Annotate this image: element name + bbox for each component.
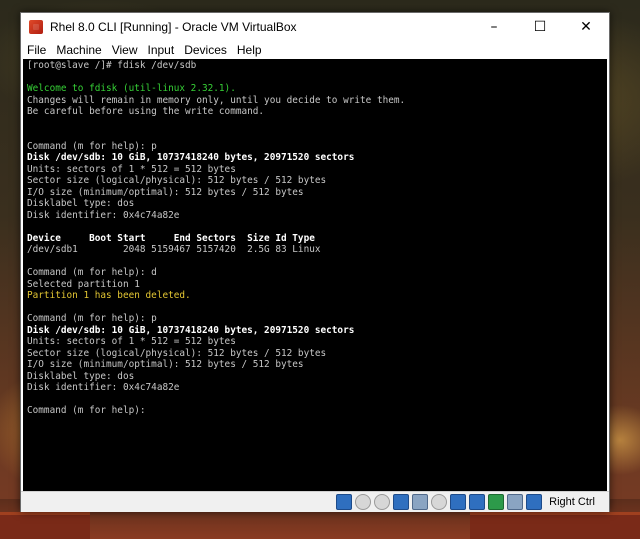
terminal-line: Selected partition 1 [27, 278, 140, 290]
terminal-line: Disk identifier: 0x4c74a82e [27, 382, 180, 393]
host-key-arrow-icon[interactable] [526, 494, 543, 510]
terminal-line: Sector size (logical/physical): 512 byte… [27, 175, 327, 186]
terminal-line: Sector size (logical/physical): 512 byte… [27, 347, 327, 359]
terminal-line: Disklabel type: dos [27, 370, 135, 382]
terminal-line: [root@slave /]# fdisk /dev/sdb [27, 60, 197, 71]
terminal-line: Command (m for help): d [27, 267, 157, 278]
bench [470, 512, 640, 539]
menu-file[interactable]: File [27, 43, 46, 57]
hard-disk-icon[interactable] [336, 494, 353, 510]
menu-input[interactable]: Input [148, 43, 175, 57]
bench [0, 512, 90, 539]
terminal-line: Device Boot Start End Sectors Size Id Ty… [27, 232, 315, 244]
terminal-line: Command (m for help): [27, 405, 152, 416]
terminal-line: I/O size (minimum/optimal): 512 bytes / … [27, 359, 304, 370]
vm-console-screen[interactable]: [root@slave /]# fdisk /dev/sdb Welcome to… [23, 59, 607, 491]
minimize-button[interactable]: – [471, 13, 517, 41]
keyboard-icon[interactable] [507, 494, 524, 510]
video-capture-icon[interactable] [469, 494, 486, 510]
virtualbox-app-icon [29, 20, 43, 34]
terminal-line: Disk /dev/sdb: 10 GiB, 10737418240 bytes… [27, 152, 355, 163]
shared-folders-icon[interactable] [431, 494, 448, 510]
menu-machine[interactable]: Machine [56, 43, 101, 57]
window-controls: – ☐ ✕ [471, 13, 609, 41]
optical-drive-icon[interactable] [355, 494, 372, 510]
terminal-line: I/O size (minimum/optimal): 512 bytes / … [27, 186, 304, 198]
terminal-line: Changes will remain in memory only, unti… [27, 94, 406, 106]
terminal-line: Welcome to fdisk (util-linux 2.32.1). [27, 83, 236, 94]
title-bar[interactable]: Rhel 8.0 CLI [Running] - Oracle VM Virtu… [21, 13, 609, 41]
terminal-line: Command (m for help): p [27, 140, 157, 152]
window-title: Rhel 8.0 CLI [Running] - Oracle VM Virtu… [50, 20, 297, 34]
usb-icon[interactable] [412, 494, 429, 510]
menu-view[interactable]: View [112, 43, 138, 57]
menu-devices[interactable]: Devices [184, 43, 227, 57]
audio-icon[interactable] [374, 494, 391, 510]
virtualbox-window: Rhel 8.0 CLI [Running] - Oracle VM Virtu… [20, 12, 610, 512]
terminal-line: /dev/sdb1 2048 5159467 5157420 2.5G 83 L… [27, 244, 321, 255]
host-key-label: Right Ctrl [549, 496, 595, 508]
terminal-line: Disk /dev/sdb: 10 GiB, 10737418240 bytes… [27, 324, 355, 336]
terminal-line: Command (m for help): p [27, 313, 157, 324]
menu-help[interactable]: Help [237, 43, 262, 57]
terminal-line: Disk identifier: 0x4c74a82e [27, 209, 180, 221]
terminal-output: [root@slave /]# fdisk /dev/sdb Welcome to… [23, 59, 607, 418]
terminal-line: Units: sectors of 1 * 512 = 512 bytes [27, 163, 236, 175]
terminal-line: Partition 1 has been deleted. [27, 290, 191, 301]
display-icon[interactable] [450, 494, 467, 510]
terminal-line: Be careful before using the write comman… [27, 106, 265, 117]
terminal-line: Disklabel type: dos [27, 198, 135, 209]
menu-bar: File Machine View Input Devices Help [21, 41, 609, 59]
status-bar: Right Ctrl [21, 491, 609, 512]
terminal-line: Units: sectors of 1 * 512 = 512 bytes [27, 336, 236, 347]
close-button[interactable]: ✕ [563, 13, 609, 41]
maximize-button[interactable]: ☐ [517, 13, 563, 41]
mouse-integration-icon[interactable] [488, 494, 505, 510]
network-icon[interactable] [393, 494, 410, 510]
